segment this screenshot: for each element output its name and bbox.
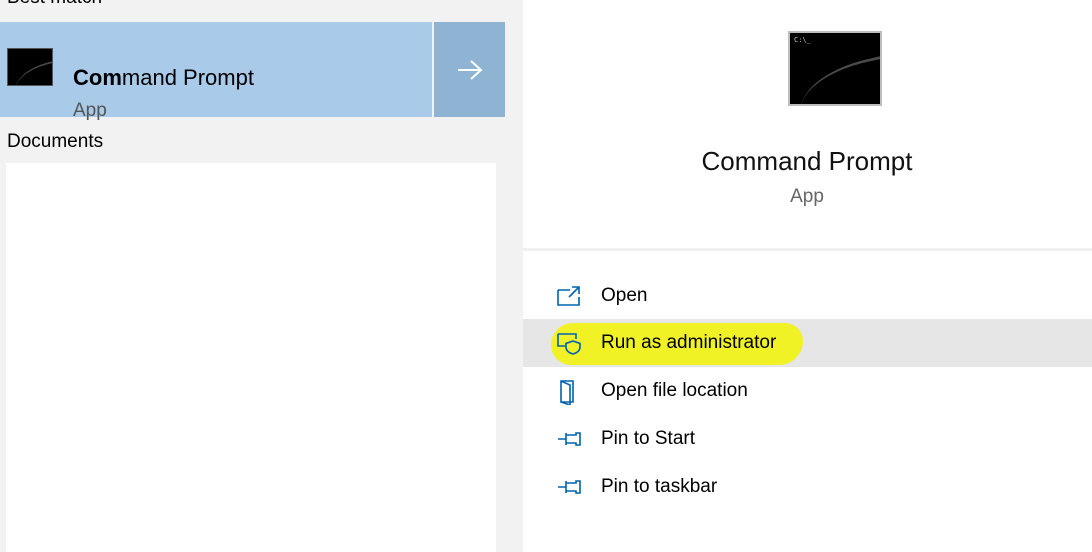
pin-icon <box>558 480 581 494</box>
command-prompt-icon <box>7 48 53 86</box>
command-prompt-icon: C:\_ <box>788 31 882 106</box>
app-title: Command Prompt <box>701 146 913 176</box>
action-pin-to-start-label: Pin to Start <box>601 428 695 449</box>
action-open[interactable]: Open <box>523 272 1092 320</box>
best-match-item[interactable]: Command Prompt App <box>0 22 432 121</box>
action-run-as-administrator-label: Run as administrator <box>601 332 777 353</box>
best-match-title-bold: Com <box>73 65 122 90</box>
best-match-title-rest: mand Prompt <box>121 65 254 90</box>
details-separator <box>523 248 1092 251</box>
action-open-label: Open <box>601 285 648 306</box>
admin-shield-icon <box>557 333 581 355</box>
documents-heading: Documents <box>7 131 104 152</box>
app-details-pane: C:\_ Command Prompt App Open Run as admi… <box>523 0 1092 552</box>
arrow-right-icon <box>457 59 482 80</box>
action-open-file-location[interactable]: Open file location <box>523 367 1092 415</box>
search-results-pane: Best match Command Prompt App Documents <box>0 0 505 552</box>
expand-details-button[interactable] <box>434 22 505 117</box>
best-match-subtitle: App <box>73 100 107 121</box>
action-pin-to-taskbar-label: Pin to taskbar <box>601 476 718 497</box>
app-subtitle: App <box>790 186 824 207</box>
pane-divider <box>505 0 523 552</box>
action-run-as-administrator[interactable]: Run as administrator <box>523 319 1092 367</box>
best-match-title: Command Prompt <box>73 65 254 91</box>
open-window-icon <box>557 286 580 306</box>
icon-prompt-text: C:\_ <box>794 36 811 44</box>
action-open-file-location-label: Open file location <box>601 380 748 401</box>
pin-icon <box>558 432 581 446</box>
best-match-heading: Best match <box>7 0 102 9</box>
documents-results-list <box>6 163 496 552</box>
folder-door-icon <box>560 380 574 405</box>
action-pin-to-start[interactable]: Pin to Start <box>523 415 1092 463</box>
action-pin-to-taskbar[interactable]: Pin to taskbar <box>523 463 1092 511</box>
